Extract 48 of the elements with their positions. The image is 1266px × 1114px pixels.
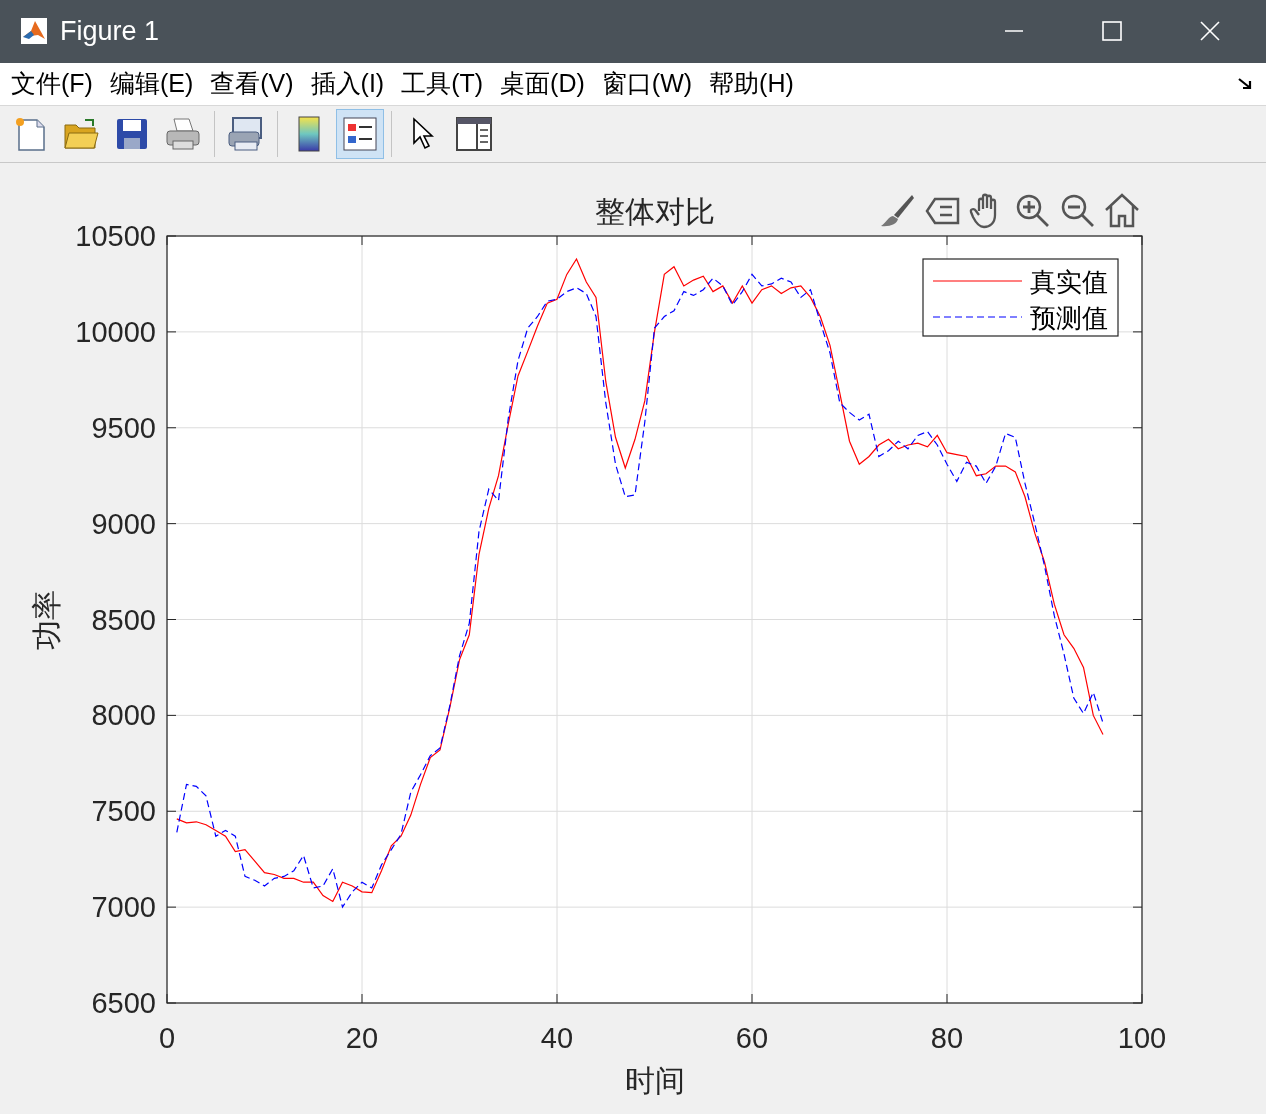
maximize-icon[interactable] (1102, 21, 1122, 42)
y-axis-label: 功率 (29, 589, 64, 650)
legend-label: 预测值 (1030, 303, 1108, 333)
toolbar-button[interactable] (336, 109, 384, 159)
y-tick-label: 8000 (91, 699, 156, 732)
y-tick-label: 10000 (75, 315, 156, 348)
x-tick-label: 100 (1117, 1022, 1167, 1054)
y-tick-label: 7500 (91, 795, 156, 828)
y-tick-label: 9500 (91, 411, 156, 444)
menu-item[interactable]: 查看(V) (210, 67, 294, 101)
y-tick-label: 6500 (91, 987, 156, 1019)
menu-item[interactable]: 窗口(W) (601, 67, 693, 101)
menu-item[interactable]: 编辑(E) (109, 67, 194, 101)
colorbar-icon (297, 116, 321, 152)
y-tick-label: 7000 (91, 891, 156, 924)
zoom-in-icon[interactable] (1016, 194, 1050, 228)
close-icon[interactable] (1200, 21, 1220, 42)
panel-icon (456, 117, 492, 151)
menu-item[interactable]: 桌面(D) (500, 67, 585, 101)
x-tick-label: 60 (735, 1022, 769, 1054)
print-preview-icon (227, 116, 265, 152)
home-icon[interactable] (1104, 193, 1140, 228)
legend-label: 真实值 (1030, 267, 1108, 297)
data-tip-icon[interactable] (925, 197, 960, 225)
x-tick-label: 0 (158, 1022, 176, 1054)
window-title: Figure 1 (60, 15, 160, 47)
app-logo-icon (20, 17, 48, 46)
folder-icon (63, 117, 99, 151)
x-tick-label: 20 (345, 1022, 379, 1054)
x-tick-label: 80 (930, 1022, 964, 1054)
x-tick-label: 40 (540, 1022, 574, 1054)
legend-icon (343, 117, 377, 151)
dock-arrow-icon[interactable] (1238, 76, 1254, 91)
brush-icon[interactable] (881, 195, 914, 227)
zoom-out-icon[interactable] (1061, 194, 1095, 228)
menu-item[interactable]: 文件(F) (11, 67, 93, 101)
printer-icon (165, 117, 201, 151)
y-tick-label: 9000 (91, 507, 156, 540)
menu-item[interactable]: 工具(T) (401, 67, 484, 101)
x-axis-label: 时间 (624, 1063, 685, 1098)
menu-item[interactable]: 插入(I) (310, 67, 385, 101)
chart-title: 整体对比 (594, 194, 715, 229)
menu-item[interactable]: 帮助(H) (709, 67, 794, 101)
cursor-arrow-icon (410, 117, 436, 151)
y-tick-label: 8500 (91, 603, 156, 636)
y-tick-label: 10500 (75, 220, 156, 252)
hand-icon[interactable] (969, 193, 997, 229)
page-icon (13, 116, 47, 152)
